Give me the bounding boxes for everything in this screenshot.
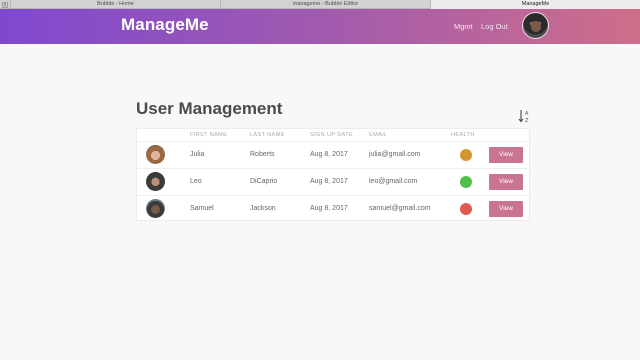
sort-alpha-icon[interactable]: A Z <box>518 109 530 123</box>
first-name-cell: Julia <box>190 151 205 158</box>
nav-link-mgmt[interactable]: Mgmt <box>454 22 473 31</box>
signup-date-cell: Aug 8, 2017 <box>310 151 348 158</box>
column-header-email: EMAIL <box>369 132 388 138</box>
email-cell: leo@gmail.com <box>369 178 418 185</box>
view-button[interactable]: View <box>489 201 523 217</box>
nav-link-logout[interactable]: Log Out <box>481 22 508 31</box>
page-title: User Management <box>136 99 283 118</box>
last-name-cell: Roberts <box>250 151 275 158</box>
brand-logo[interactable]: ManageMe <box>121 15 209 35</box>
column-header-signup-date: SIGN UP DATE <box>310 132 354 138</box>
first-name-cell: Leo <box>190 178 202 185</box>
last-name-cell: Jackson <box>250 205 276 212</box>
signup-date-cell: Aug 8, 2017 <box>310 205 348 212</box>
table-header: FIRST NAME LAST NAME SIGN UP DATE EMAIL … <box>137 129 529 141</box>
user-avatar <box>146 172 165 191</box>
first-name-cell: Samuel <box>190 205 214 212</box>
email-cell: samuel@gmail.com <box>369 205 431 212</box>
browser-tab[interactable]: Bubble - Home <box>10 0 220 9</box>
svg-text:Z: Z <box>525 118 529 123</box>
table-row: Leo DiCaprio Aug 8, 2017 leo@gmail.com V… <box>137 168 529 195</box>
health-status-dot <box>460 176 472 188</box>
signup-date-cell: Aug 8, 2017 <box>310 178 348 185</box>
table-row: Samuel Jackson Aug 8, 2017 samuel@gmail.… <box>137 195 529 222</box>
close-glyph: x <box>2 1 8 8</box>
avatar-face <box>531 21 541 32</box>
column-header-health: HEALTH <box>451 132 475 138</box>
browser-tab-bar: x Bubble - Home manageme - Bubble Editor… <box>0 0 640 9</box>
view-button[interactable]: View <box>489 147 523 163</box>
browser-tab-active[interactable]: ManageMe <box>430 0 640 9</box>
table-row: Julia Roberts Aug 8, 2017 julia@gmail.co… <box>137 141 529 168</box>
close-window-icon[interactable]: x <box>0 0 10 9</box>
column-header-first-name: FIRST NAME <box>190 132 228 138</box>
column-header-last-name: LAST NAME <box>250 132 285 138</box>
health-status-dot <box>460 203 472 215</box>
navbar: ManageMe Mgmt Log Out <box>0 9 640 44</box>
user-table: FIRST NAME LAST NAME SIGN UP DATE EMAIL … <box>136 128 530 221</box>
email-cell: julia@gmail.com <box>369 151 421 158</box>
svg-text:A: A <box>525 111 529 117</box>
user-avatar <box>146 145 165 164</box>
last-name-cell: DiCaprio <box>250 178 278 185</box>
browser-tab[interactable]: manageme - Bubble Editor <box>220 0 430 9</box>
user-avatar <box>146 199 165 218</box>
health-status-dot <box>460 149 472 161</box>
user-avatar[interactable] <box>522 12 549 39</box>
view-button[interactable]: View <box>489 174 523 190</box>
